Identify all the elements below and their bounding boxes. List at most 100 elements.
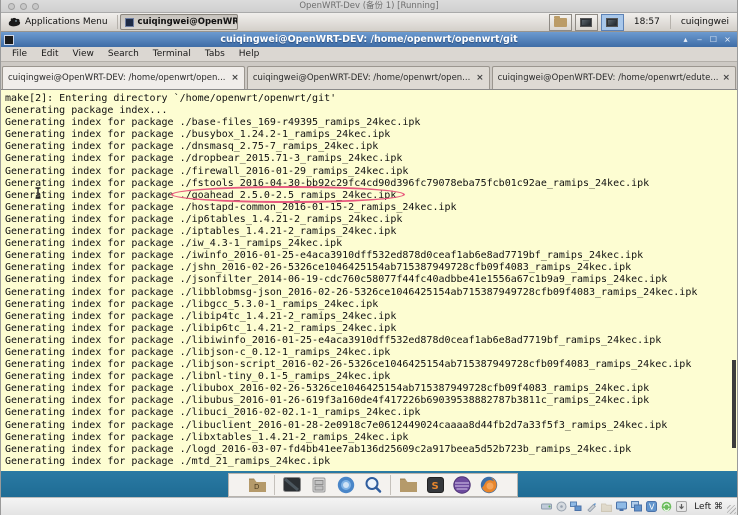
terminal-tab[interactable]: cuiqingwei@OpenWRT-DEV: /home/openwrt/ed… [492,66,736,89]
terminal-output[interactable]: make[2]: Entering directory `/home/openw… [1,89,737,471]
resize-grip[interactable] [727,505,736,514]
display-icon [580,18,592,27]
terminal-output-line: Generating index for package ./libip6tc_… [5,323,737,335]
terminal-tab[interactable]: cuiqingwei@OpenWRT-DEV: /home/openwrt/op… [2,66,245,89]
desktop: D S [1,471,737,497]
terminal-tab[interactable]: cuiqingwei@OpenWRT-DEV: /home/openwrt/op… [247,66,490,89]
menu-item[interactable]: File [5,47,34,62]
menu-item[interactable]: View [66,47,101,62]
terminal-output-line: Generating index for package ./libuclien… [5,420,737,432]
svg-text:V: V [649,503,655,512]
xfce-panel: Applications Menu cuiqingwei@OpenWRT-...… [1,13,737,32]
firefox-icon[interactable] [479,475,499,495]
network-icon[interactable] [570,501,582,513]
display-icon [606,18,618,27]
vbox-statusbar: V Left ⌘ [1,497,737,515]
terminal-output-line: Generating index for package ./libubox_2… [5,383,737,395]
terminal-output-line: Generating index for package ./libiwinfo… [5,335,737,347]
menu-item[interactable]: Search [101,47,146,62]
virtualization-features-icon[interactable]: V [645,501,657,513]
documents-folder-icon[interactable]: D [247,475,267,495]
terminal-output-line: Generating index for package ./goahead_2… [5,190,737,202]
panel-separator [117,15,118,29]
terminal-output-line: Generating index for package ./libnl-tin… [5,371,737,383]
host-key-label: Left ⌘ [694,502,723,512]
text-cursor-icon [34,187,42,199]
shared-folders-icon[interactable] [600,501,612,513]
minimize-button[interactable]: ‒ [695,32,704,47]
taskbar-window-button[interactable]: cuiqingwei@OpenWRT-... [120,14,238,30]
maximize-button[interactable]: ☐ [709,32,718,47]
terminal-output-line: Generating index for package ./libjson-c… [5,347,737,359]
tab-close-icon[interactable]: × [476,73,484,83]
xfce-mouse-icon [8,17,21,27]
svg-text:D: D [254,483,259,491]
menu-item[interactable]: Help [232,47,267,62]
terminal-output-line: Generating index for package ./libblobms… [5,287,737,299]
applications-menu-button[interactable]: Applications Menu [1,13,115,31]
close-button[interactable]: × [723,32,732,47]
sublime-text-icon[interactable]: S [425,475,445,495]
terminal-scrollbar-thumb[interactable] [732,360,736,448]
terminal-tabbar: cuiqingwei@OpenWRT-DEV: /home/openwrt/op… [1,62,737,89]
active-window-launcher[interactable] [601,14,624,31]
terminal-output-line: Generating index for package ./libuci_20… [5,407,737,419]
optical-drives-icon[interactable] [555,501,567,513]
terminal-output-line: Generating index for package ./mtd_21_ra… [5,456,737,468]
terminal-output-line: Generating index for package ./logd_2016… [5,444,737,456]
keyboard-icon[interactable] [675,501,687,513]
terminal-output-line: Generating index for package ./iwinfo_20… [5,250,737,262]
chromium-browser-icon[interactable] [336,475,356,495]
tab-label: cuiqingwei@OpenWRT-DEV: /home/openwrt/op… [8,73,227,83]
terminal-window-icon [4,35,14,45]
file-manager-launcher[interactable] [549,14,572,31]
terminal-output-line: Generating index for package ./fstools_2… [5,178,737,190]
usb-devices-icon[interactable] [585,501,597,513]
eclipse-icon[interactable] [452,475,472,495]
folder-icon [554,18,567,27]
hard-disks-icon[interactable] [540,501,552,513]
tab-close-icon[interactable]: × [722,73,730,83]
terminal-window-title: cuiqingwei@OpenWRT-DEV: /home/openwrt/op… [1,32,737,47]
shade-button[interactable]: ▴ [681,32,690,47]
terminal-output-line: Generating index for package ./jsonfilte… [5,274,737,286]
seamless-mode-icon[interactable] [630,501,642,513]
terminal-output-line: Generating index for package ./libip4tc_… [5,311,737,323]
menu-item[interactable]: Edit [34,47,65,62]
display-icon[interactable] [615,501,627,513]
terminal-output-line: Generating index for package ./iptables_… [5,226,737,238]
menu-item[interactable]: Terminal [146,47,198,62]
panel-clock[interactable]: 18:57 [624,17,668,27]
terminal-output-line: Generating index for package ./libjson-s… [5,359,737,371]
terminal-output-line: Generating index for package ./libxtable… [5,432,737,444]
tab-close-icon[interactable]: × [231,73,239,83]
terminal-output-line: Generating index for package ./base-file… [5,117,737,129]
panel-separator [670,15,671,29]
file-manager-folder-icon[interactable] [398,475,418,495]
menu-item[interactable]: Tabs [198,47,232,62]
terminal-icon[interactable] [282,475,302,495]
archive-manager-icon[interactable] [309,475,329,495]
svg-text:S: S [431,481,438,492]
terminal-output-line: Generating index for package ./hostapd-c… [5,202,737,214]
terminal-output-line: Generating index for package ./busybox_1… [5,129,737,141]
terminal-menubar: File Edit View Search Terminal Tabs Help [1,47,737,62]
dock: D S [228,473,518,497]
dock-separator [274,475,275,495]
mouse-integration-icon[interactable] [660,501,672,513]
panel-user-menu[interactable]: cuiqingwei [673,17,737,27]
terminal-output-line: Generating package index... [5,105,737,117]
terminal-output-line: Generating index for package ./firewall_… [5,166,737,178]
terminal-output-line: Generating index for package ./libubus_2… [5,395,737,407]
terminal-launcher[interactable] [575,14,598,31]
applications-menu-label: Applications Menu [25,17,108,27]
host-window-title: OpenWRT-Dev (备份 1) [Running] [1,0,737,13]
terminal-output-line: Generating index for package ./dnsmasq_2… [5,141,737,153]
terminal-output-line: make[2]: Entering directory `/home/openw… [5,93,737,105]
application-finder-icon[interactable] [363,475,383,495]
terminal-titlebar[interactable]: cuiqingwei@OpenWRT-DEV: /home/openwrt/op… [1,32,737,47]
terminal-output-line: Generating index for package ./ip6tables… [5,214,737,226]
terminal-output-line: Generating index for package ./dropbear_… [5,153,737,165]
terminal-output-line: Generating index for package ./libgcc_5.… [5,299,737,311]
terminal-mini-icon [125,18,134,27]
